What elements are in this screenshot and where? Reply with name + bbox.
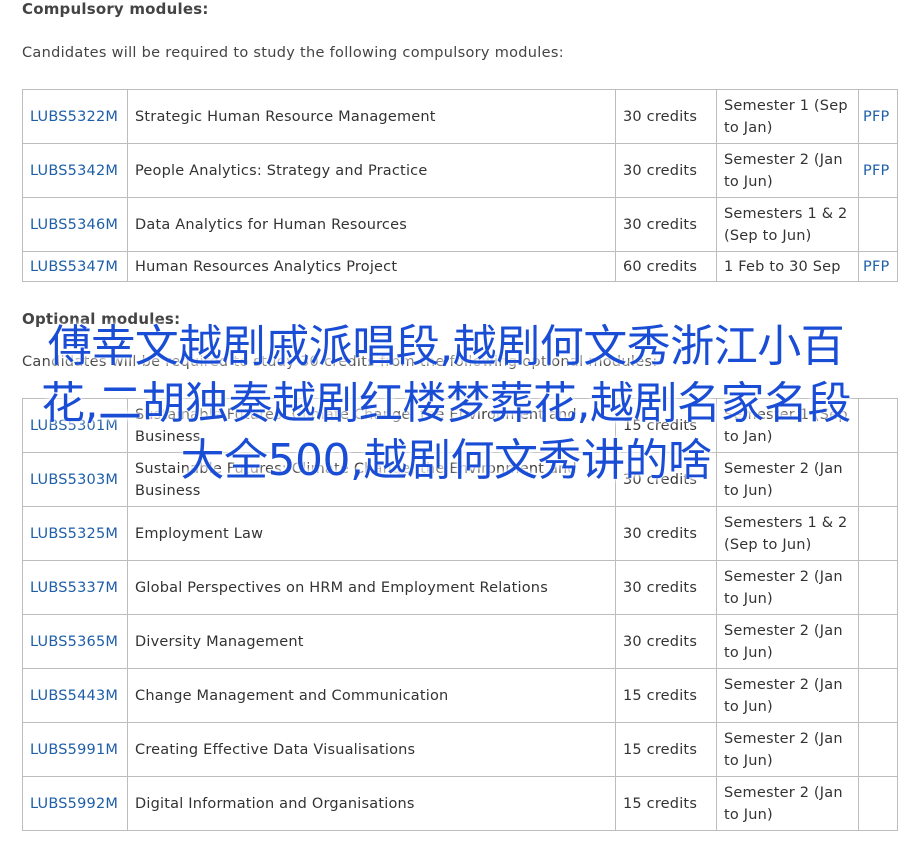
pfp-link[interactable]: PFP: [863, 109, 889, 125]
module-code-cell: LUBS5443M: [22, 668, 128, 723]
module-row: LUBS5347M Human Resources Analytics Proje…: [22, 251, 898, 282]
module-row: LUBS5991M Creating Effective Data Visuali…: [22, 722, 898, 777]
module-semester: Semester 2 (Jan to Jun): [716, 668, 859, 723]
module-row: LUBS5337M Global Perspectives on HRM and …: [22, 560, 898, 615]
module-semester: Semesters 1 & 2 (Sep to Jun): [716, 197, 859, 252]
module-credits: 30 credits: [615, 452, 717, 507]
module-semester: Semester 2 (Jan to Jun): [716, 614, 859, 669]
module-semester: Semester 2 (Jan to Jun): [716, 143, 859, 198]
module-code-link[interactable]: LUBS5303M: [30, 472, 118, 488]
module-credits: 30 credits: [615, 197, 717, 252]
module-pfp-cell: [858, 560, 898, 615]
module-code-cell: LUBS5365M: [22, 614, 128, 669]
module-code-link[interactable]: LUBS5443M: [30, 688, 118, 704]
module-row: LUBS5365M Diversity Management 30 credits S…: [22, 614, 898, 669]
module-title: Sustainable Futures: Climate Change, the…: [127, 452, 616, 507]
compulsory-modules-intro: Candidates will be required to study the…: [22, 45, 564, 61]
module-pfp-cell: PFP: [858, 143, 898, 198]
module-code-cell: LUBS5347M: [22, 251, 128, 282]
module-code-link[interactable]: LUBS5347M: [30, 259, 118, 275]
module-pfp-cell: PFP: [858, 251, 898, 282]
module-credits: 15 credits: [615, 776, 717, 831]
module-code-cell: LUBS5992M: [22, 776, 128, 831]
module-credits: 60 credits: [615, 251, 717, 282]
module-code-cell: LUBS5325M: [22, 506, 128, 561]
module-semester: Semester 2 (Jan to Jun): [716, 452, 859, 507]
module-credits: 30 credits: [615, 614, 717, 669]
module-title: Data Analytics for Human Resources: [127, 197, 616, 252]
module-semester: Semester 2 (Jan to Jun): [716, 776, 859, 831]
module-pfp-cell: [858, 197, 898, 252]
optional-modules-heading: Optional modules:: [22, 310, 181, 328]
module-credits: 15 credits: [615, 398, 717, 453]
module-row: LUBS5342M People Analytics: Strategy and …: [22, 143, 898, 198]
module-row: LUBS5322M Strategic Human Resource Manage…: [22, 89, 898, 144]
module-semester: Semester 1 (Sep to Jan): [716, 89, 859, 144]
module-row: LUBS5303M Sustainable Futures: Climate Ch…: [22, 452, 898, 507]
module-pfp-cell: [858, 668, 898, 723]
module-title: Creating Effective Data Visualisations: [127, 722, 616, 777]
module-code-cell: LUBS5303M: [22, 452, 128, 507]
module-code-link[interactable]: LUBS5365M: [30, 634, 118, 650]
module-pfp-cell: [858, 614, 898, 669]
module-title: People Analytics: Strategy and Practice: [127, 143, 616, 198]
module-title: Sustainable Futures: Climate Change, the…: [127, 398, 616, 453]
module-row: LUBS5443M Change Management and Communica…: [22, 668, 898, 723]
module-row: LUBS5325M Employment Law 30 credits Semeste…: [22, 506, 898, 561]
module-code-link[interactable]: LUBS5301M: [30, 418, 118, 434]
module-row: LUBS5301M Sustainable Futures: Climate Ch…: [22, 398, 898, 453]
module-semester: 1 Feb to 30 Sep: [716, 251, 859, 282]
module-credits: 30 credits: [615, 506, 717, 561]
module-semester: Semester 1 (Sep to Jan): [716, 398, 859, 453]
module-code-link[interactable]: LUBS5337M: [30, 580, 118, 596]
module-title: Strategic Human Resource Management: [127, 89, 616, 144]
compulsory-modules-heading: Compulsory modules:: [22, 0, 209, 18]
module-credits: 30 credits: [615, 89, 717, 144]
module-semester: Semester 2 (Jan to Jun): [716, 560, 859, 615]
optional-modules-intro: Candidates will be required to study 30 …: [22, 354, 658, 370]
module-pfp-cell: [858, 452, 898, 507]
module-title: Diversity Management: [127, 614, 616, 669]
module-title: Digital Information and Organisations: [127, 776, 616, 831]
module-pfp-cell: [858, 398, 898, 453]
module-code-cell: LUBS5322M: [22, 89, 128, 144]
module-credits: 30 credits: [615, 143, 717, 198]
module-title: Human Resources Analytics Project: [127, 251, 616, 282]
module-code-cell: LUBS5342M: [22, 143, 128, 198]
module-pfp-cell: [858, 776, 898, 831]
module-semester: Semesters 1 & 2 (Sep to Jun): [716, 506, 859, 561]
module-pfp-cell: PFP: [858, 89, 898, 144]
module-code-link[interactable]: LUBS5342M: [30, 163, 118, 179]
module-code-link[interactable]: LUBS5346M: [30, 217, 118, 233]
module-code-cell: LUBS5301M: [22, 398, 128, 453]
module-code-link[interactable]: LUBS5992M: [30, 796, 118, 812]
module-code-link[interactable]: LUBS5991M: [30, 742, 118, 758]
pfp-link[interactable]: PFP: [863, 163, 889, 179]
module-pfp-cell: [858, 722, 898, 777]
optional-modules-table: LUBS5301M Sustainable Futures: Climate Ch…: [22, 398, 898, 831]
module-code-cell: LUBS5337M: [22, 560, 128, 615]
module-credits: 15 credits: [615, 668, 717, 723]
module-credits: 15 credits: [615, 722, 717, 777]
module-credits: 30 credits: [615, 560, 717, 615]
module-semester: Semester 2 (Jan to Jun): [716, 722, 859, 777]
module-code-link[interactable]: LUBS5325M: [30, 526, 118, 542]
module-pfp-cell: [858, 506, 898, 561]
pfp-link[interactable]: PFP: [863, 259, 889, 275]
module-title: Employment Law: [127, 506, 616, 561]
module-title: Change Management and Communication: [127, 668, 616, 723]
module-row: LUBS5346M Data Analytics for Human Resour…: [22, 197, 898, 252]
module-title: Global Perspectives on HRM and Employmen…: [127, 560, 616, 615]
module-code-cell: LUBS5346M: [22, 197, 128, 252]
module-row: LUBS5992M Digital Information and Organis…: [22, 776, 898, 831]
module-code-cell: LUBS5991M: [22, 722, 128, 777]
module-code-link[interactable]: LUBS5322M: [30, 109, 118, 125]
compulsory-modules-table: LUBS5322M Strategic Human Resource Manage…: [22, 89, 898, 282]
